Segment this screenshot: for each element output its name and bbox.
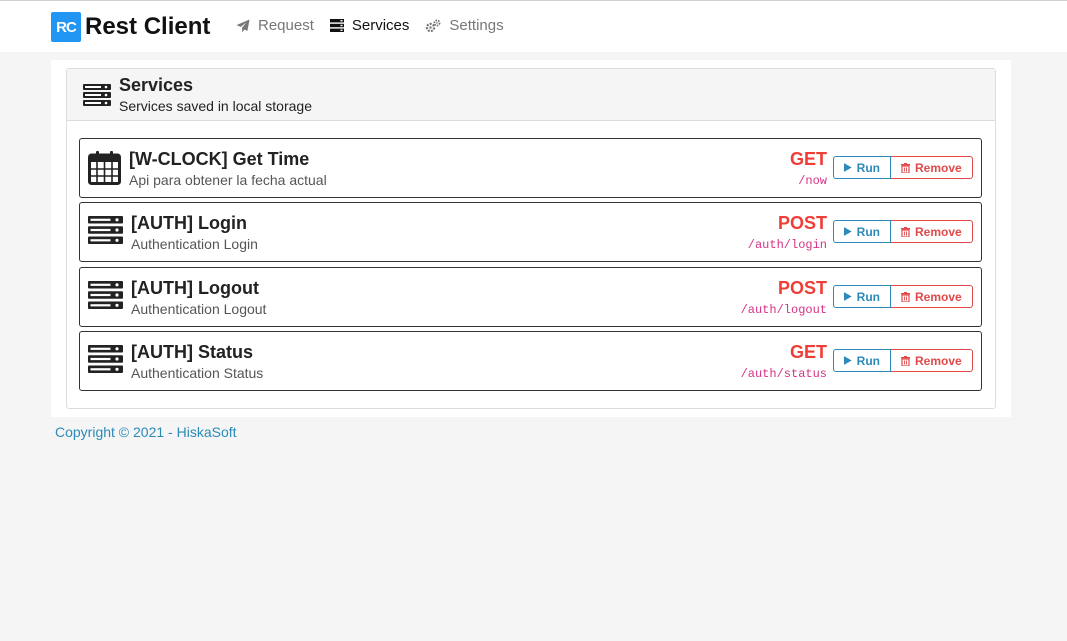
service-description: Authentication Login [131, 236, 258, 252]
brand[interactable]: RC Rest Client [51, 12, 210, 42]
service-path: /now [798, 174, 827, 188]
run-button[interactable]: Run [833, 220, 891, 243]
service-actions: Run Remove [833, 220, 973, 243]
run-button[interactable]: Run [833, 349, 891, 372]
trash-icon [901, 355, 910, 366]
nav-item-request[interactable]: Request [236, 17, 314, 34]
service-method: POST [777, 213, 827, 233]
trash-icon [901, 162, 910, 173]
main-container: Services Services saved in local storage… [51, 60, 1011, 417]
trash-icon [901, 226, 910, 237]
run-button[interactable]: Run [833, 285, 891, 308]
paper-plane-icon [236, 18, 250, 33]
service-path: /auth/login [747, 238, 827, 252]
card-subtitle: Services saved in local storage [119, 98, 312, 114]
service-item: [AUTH] Status Authentication Status GET … [79, 331, 982, 391]
brand-title: Rest Client [85, 13, 211, 40]
service-actions: Run Remove [833, 285, 973, 308]
run-button-label: Run [856, 224, 880, 239]
service-item: [W-CLOCK] Get Time Api para obtener la f… [79, 138, 982, 198]
remove-button-label: Remove [915, 353, 962, 368]
main-nav: Request Services Settings [236, 17, 520, 34]
server-icon [83, 84, 111, 106]
nav-label-services: Services [351, 17, 410, 34]
service-description: Api para obtener la fecha actual [129, 172, 327, 188]
service-method: GET [789, 149, 827, 169]
nav-item-settings[interactable]: Settings [425, 17, 504, 34]
service-method: POST [777, 278, 827, 298]
card-header: Services Services saved in local storage [67, 69, 995, 121]
services-card: Services Services saved in local storage… [66, 68, 996, 409]
card-title: Services [119, 75, 194, 95]
remove-button[interactable]: Remove [891, 285, 973, 308]
service-method: GET [789, 342, 827, 362]
nav-item-services[interactable]: Services [329, 17, 410, 34]
remove-button-label: Remove [915, 224, 962, 239]
cogs-icon [426, 19, 441, 32]
service-path: /auth/logout [740, 303, 827, 317]
service-description: Authentication Status [131, 365, 264, 381]
service-title: [AUTH] Logout [131, 278, 259, 298]
server-icon [88, 281, 123, 309]
calendar-icon [88, 151, 121, 185]
play-icon [844, 163, 852, 172]
service-title: [AUTH] Status [131, 342, 253, 362]
navbar: RC Rest Client Request Services Settings [0, 1, 1067, 52]
service-title: [AUTH] Login [131, 213, 247, 233]
brand-logo: RC [51, 12, 81, 42]
remove-button-label: Remove [915, 289, 962, 304]
service-path: /auth/status [740, 367, 827, 381]
server-icon [88, 345, 123, 373]
server-icon [329, 19, 344, 32]
nav-label-request: Request [258, 17, 314, 34]
service-description: Authentication Logout [131, 301, 267, 317]
run-button[interactable]: Run [833, 156, 891, 179]
service-item: [AUTH] Login Authentication Login POST /… [79, 202, 982, 262]
run-button-label: Run [856, 160, 880, 175]
server-icon [88, 216, 123, 244]
service-item: [AUTH] Logout Authentication Logout POST… [79, 267, 982, 327]
service-title: [W-CLOCK] Get Time [129, 149, 310, 169]
remove-button[interactable]: Remove [891, 349, 973, 372]
remove-button-label: Remove [915, 160, 962, 175]
service-actions: Run Remove [833, 349, 973, 372]
play-icon [844, 292, 852, 301]
remove-button[interactable]: Remove [891, 156, 973, 179]
play-icon [844, 356, 852, 365]
trash-icon [901, 291, 910, 302]
nav-label-settings: Settings [449, 17, 504, 34]
footer-copyright[interactable]: Copyright © 2021 - HiskaSoft [55, 424, 237, 440]
run-button-label: Run [856, 289, 880, 304]
remove-button[interactable]: Remove [891, 220, 973, 243]
play-icon [844, 227, 852, 236]
run-button-label: Run [856, 353, 880, 368]
service-actions: Run Remove [833, 156, 973, 179]
